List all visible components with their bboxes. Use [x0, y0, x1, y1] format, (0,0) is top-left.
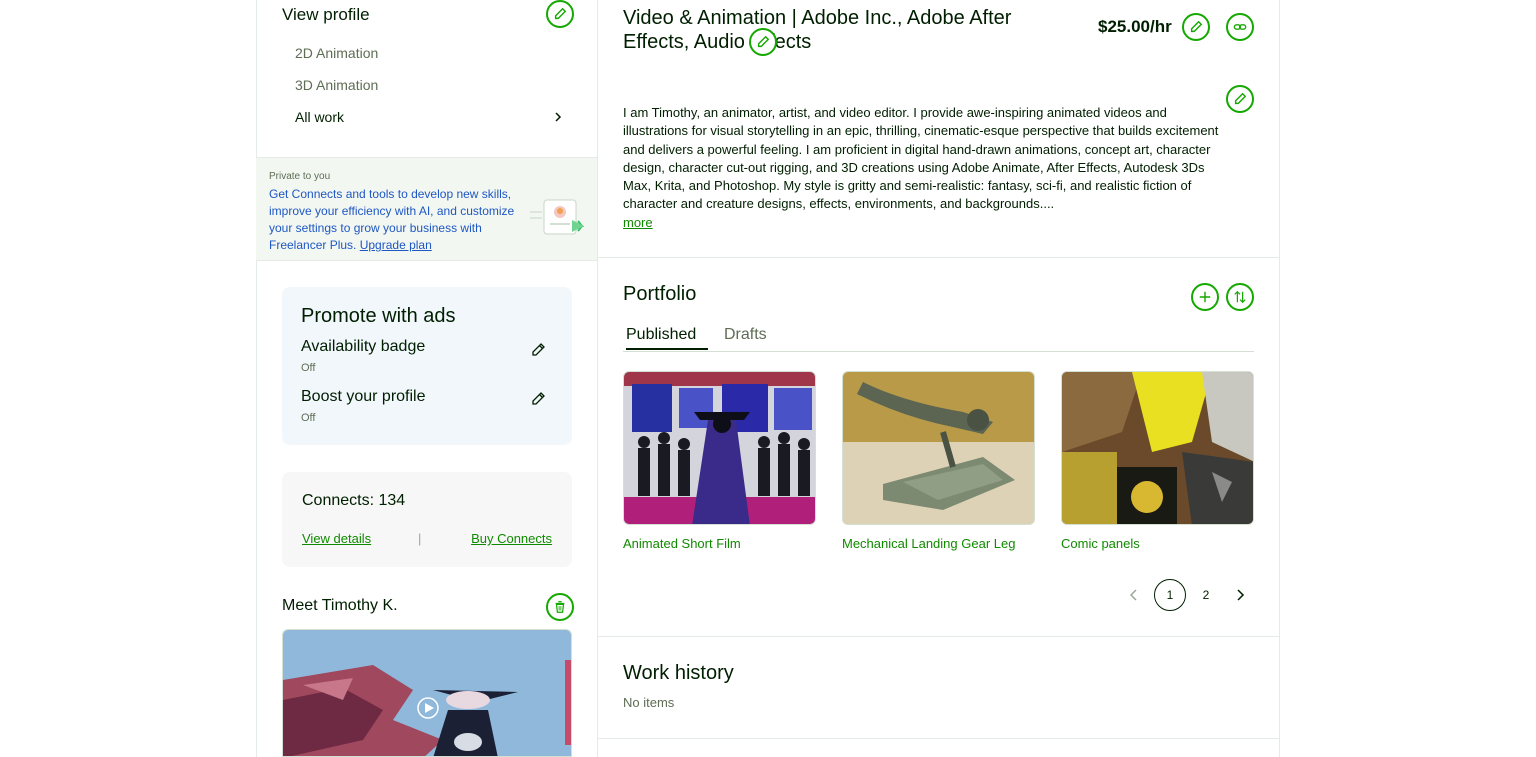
connects-separator: | — [418, 531, 422, 546]
portfolio-title: Portfolio — [623, 283, 697, 305]
pencil-icon — [1234, 92, 1247, 105]
plus-icon — [1199, 291, 1211, 303]
section-divider — [598, 738, 1279, 739]
sidebar-item-2d-animation[interactable]: 2D Animation — [295, 45, 378, 61]
upsell-illustration — [530, 199, 585, 235]
portfolio-item[interactable]: Animated Short Film — [623, 371, 816, 551]
copy-link-button[interactable] — [1226, 13, 1254, 41]
availability-badge-title: Availability badge — [301, 338, 426, 355]
edit-description-button[interactable] — [1226, 85, 1254, 113]
link-icon — [1233, 24, 1247, 30]
edit-profile-button[interactable] — [546, 0, 574, 28]
chevron-right-icon — [1237, 589, 1245, 601]
more-link[interactable]: more — [623, 215, 653, 230]
portfolio-thumbnail[interactable] — [623, 371, 816, 525]
hourly-rate: $25.00/hr — [1098, 17, 1172, 36]
buy-connects-link[interactable]: Buy Connects — [471, 531, 552, 546]
edit-rate-button[interactable] — [1182, 13, 1210, 41]
portfolio-item[interactable]: Mechanical Landing Gear Leg — [842, 371, 1035, 551]
portfolio-item-title[interactable]: Mechanical Landing Gear Leg — [842, 536, 1035, 551]
portfolio-item-title[interactable]: Animated Short Film — [623, 536, 816, 551]
view-profile-title[interactable]: View profile — [282, 5, 370, 25]
pencil-icon — [554, 7, 567, 20]
sidebar: View profile 2D Animation 3D Animation A… — [256, 0, 598, 757]
sidebar-item-3d-animation[interactable]: 3D Animation — [295, 77, 378, 93]
portfolio-tabs: Published Drafts — [623, 326, 1254, 352]
tab-published[interactable]: Published — [626, 326, 708, 350]
work-history-empty: No items — [623, 695, 675, 710]
private-message: Get Connects and tools to develop new sk… — [269, 186, 524, 254]
reorder-portfolio-button[interactable] — [1226, 283, 1254, 311]
availability-badge-state: Off — [301, 362, 316, 374]
section-divider — [598, 257, 1279, 258]
intro-video-thumbnail[interactable] — [282, 629, 572, 757]
chevron-left-icon — [1129, 589, 1137, 601]
portfolio-item-title[interactable]: Comic panels — [1061, 536, 1254, 551]
profile-title: Video & Animation | Adobe Inc., Adobe Af… — [623, 7, 1012, 53]
promote-title: Promote with ads — [301, 305, 456, 327]
pencil-icon[interactable] — [530, 391, 546, 407]
page-1-button[interactable]: 1 — [1154, 579, 1186, 611]
boost-profile-state: Off — [301, 412, 316, 424]
private-upsell-panel: Private to you Get Connects and tools to… — [256, 157, 597, 261]
trash-icon — [555, 601, 565, 613]
profile-description: I am Timothy, an animator, artist, and v… — [623, 105, 1219, 212]
work-history-title: Work history — [623, 662, 734, 684]
portfolio-thumbnail[interactable] — [842, 371, 1035, 525]
meet-title: Meet Timothy K. — [282, 597, 398, 614]
portfolio-thumbnail[interactable] — [1061, 371, 1254, 525]
pencil-icon[interactable] — [530, 342, 546, 358]
section-divider — [598, 636, 1279, 637]
pencil-icon — [1190, 20, 1203, 33]
connects-card: Connects: 134 View details | Buy Connect… — [282, 472, 572, 567]
delete-video-button[interactable] — [546, 593, 574, 621]
tab-drafts[interactable]: Drafts — [724, 326, 767, 344]
private-label: Private to you — [269, 171, 331, 182]
sidebar-item-all-work[interactable]: All work — [295, 109, 563, 125]
view-details-link[interactable]: View details — [302, 531, 371, 546]
connects-count: Connects: 134 — [302, 492, 406, 509]
page-2-button[interactable]: 2 — [1190, 579, 1222, 611]
sort-icon — [1234, 290, 1246, 304]
portfolio-item[interactable]: Comic panels — [1061, 371, 1254, 551]
main-content: Video & Animation | Adobe Inc., Adobe Af… — [598, 0, 1280, 757]
next-page-button[interactable] — [1224, 579, 1256, 611]
upgrade-plan-link[interactable]: Upgrade plan — [360, 238, 432, 252]
edit-title-button[interactable] — [749, 28, 777, 56]
pencil-icon — [757, 35, 770, 48]
all-work-label: All work — [295, 109, 345, 125]
add-portfolio-button[interactable] — [1191, 283, 1219, 311]
chevron-right-icon — [555, 112, 562, 122]
pagination: 1 2 — [1118, 579, 1256, 611]
prev-page-button[interactable] — [1118, 579, 1150, 611]
video-frame-image — [283, 630, 571, 756]
promote-with-ads-card: Promote with ads Availability badge Off … — [282, 287, 572, 445]
boost-profile-title: Boost your profile — [301, 388, 426, 405]
